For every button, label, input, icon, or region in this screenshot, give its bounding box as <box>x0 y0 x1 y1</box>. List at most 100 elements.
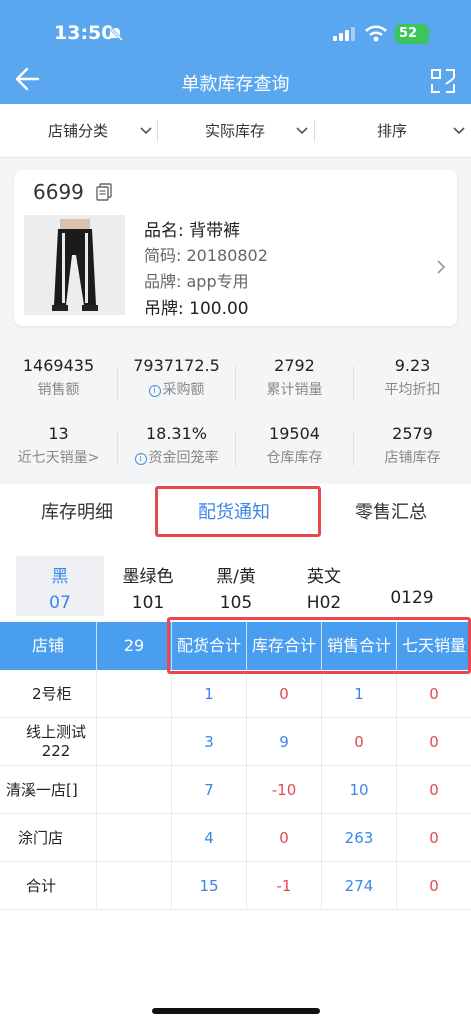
stat-sales-amount: 1469435 销售额 <box>0 356 117 399</box>
row-seven-day-sales: 0 <box>429 732 439 751</box>
row-distribution-total: 1 <box>204 684 214 703</box>
table-row[interactable]: 2号柜 1 0 1 0 <box>0 670 471 718</box>
stat-value: 2579 <box>392 424 433 443</box>
chevron-down-icon <box>140 127 152 135</box>
divider <box>96 862 97 909</box>
color-option[interactable]: 墨绿色 101 <box>104 556 192 616</box>
stat-store-stock: 2579 店铺库存 <box>354 424 471 467</box>
color-name: 黑/黄 <box>216 567 256 587</box>
table-row[interactable]: 涂门店 4 0 263 0 <box>0 814 471 862</box>
color-code: 0129 <box>390 588 434 608</box>
row-sales-total: 274 <box>344 876 374 895</box>
stat-total-sales-qty: 2792 累计销量 <box>236 356 353 399</box>
battery-indicator: 52 <box>395 24 429 44</box>
scan-icon[interactable] <box>430 68 456 94</box>
divider <box>96 670 97 717</box>
stat-label: 累计销量 <box>266 382 323 398</box>
chevron-down-icon <box>453 127 465 135</box>
table-row[interactable]: 清溪一店[] 7 -10 10 0 <box>0 766 471 814</box>
stat-fund-return-rate[interactable]: 18.31% i 资金回笼率 <box>118 424 235 467</box>
filter-label: 排序 <box>377 122 408 140</box>
stats-grid: 1469435 销售额 7937172.5 i 采购额 2792 累计销量 9.2… <box>0 340 471 484</box>
bell-muted-icon <box>108 26 124 42</box>
product-name: 品名: 背带裤 <box>144 221 241 241</box>
highlight-box <box>155 486 321 537</box>
row-sales-total: 1 <box>354 684 364 703</box>
stat-label: 销售额 <box>37 382 80 398</box>
row-stock-total: 9 <box>279 732 289 751</box>
row-seven-day-sales: 0 <box>429 780 439 799</box>
stat-label: 店铺库存 <box>384 450 441 466</box>
row-sales-total: 0 <box>354 732 364 751</box>
chevron-down-icon <box>296 127 308 135</box>
chevron-right-icon <box>437 260 446 274</box>
row-sales-total: 10 <box>349 780 369 799</box>
stat-avg-discount: 9.23 平均折扣 <box>354 356 471 399</box>
filter-label: 店铺分类 <box>48 122 109 140</box>
tab-retail-summary[interactable]: 零售汇总 <box>355 498 427 524</box>
filter-store-category[interactable]: 店铺分类 <box>48 104 108 158</box>
stat-value: 13 <box>48 424 69 443</box>
row-distribution-total: 3 <box>204 732 214 751</box>
app-header: 13:50 52 单款库存查询 <box>0 0 471 104</box>
stat-label: 仓库库存 <box>266 450 323 466</box>
row-store-name: 涂门店 <box>18 829 64 847</box>
stat-label: 平均折扣 <box>384 382 441 398</box>
color-name: 墨绿色 <box>122 567 174 587</box>
info-icon[interactable]: i <box>148 385 161 397</box>
stat-value: 18.31% <box>145 424 207 443</box>
row-seven-day-sales: 0 <box>429 876 439 895</box>
divider <box>235 366 236 400</box>
divider <box>96 718 97 765</box>
info-icon[interactable]: i <box>134 453 147 465</box>
divider <box>96 814 97 861</box>
divider <box>117 366 118 400</box>
product-card[interactable]: 6699 品名: 背带裤 简码: 20180802 品牌: app专用 吊牌: … <box>14 170 457 326</box>
wifi-icon <box>365 25 387 42</box>
color-option[interactable]: 黑/黄 105 <box>192 556 280 616</box>
row-stock-total: 0 <box>279 684 289 703</box>
color-option[interactable]: 英文 H02 <box>280 556 368 616</box>
divider <box>117 432 118 466</box>
filter-actual-stock[interactable]: 实际库存 <box>205 104 265 158</box>
row-seven-day-sales: 0 <box>429 684 439 703</box>
stat-value: 7937172.5 <box>133 356 220 375</box>
copy-icon[interactable] <box>96 183 112 201</box>
color-option[interactable]: 0129 <box>368 556 456 616</box>
divider <box>314 120 315 142</box>
stat-seven-day-sales[interactable]: 13 近七天销量> <box>0 424 117 467</box>
color-name <box>368 562 456 582</box>
row-store-name: 合计 <box>26 877 57 895</box>
tab-stock-detail[interactable]: 库存明细 <box>41 498 113 524</box>
row-sales-total: 263 <box>344 828 374 847</box>
stat-label: 近七天销量> <box>17 450 100 466</box>
header-store: 店铺 <box>31 636 64 655</box>
header-size: 29 <box>123 636 145 655</box>
product-code: 6699 <box>33 180 84 204</box>
divider <box>157 120 158 142</box>
color-code: H02 <box>306 593 342 613</box>
stat-purchase-amount[interactable]: 7937172.5 i 采购额 <box>118 356 235 399</box>
product-image <box>24 215 125 315</box>
row-distribution-total: 4 <box>204 828 214 847</box>
table-row[interactable]: 线上测试 222 3 9 0 0 <box>0 718 471 766</box>
color-code: 101 <box>131 593 165 613</box>
stat-label: 采购额 <box>162 382 205 398</box>
color-option-selected[interactable]: 黑 07 <box>16 556 104 616</box>
color-name: 英文 <box>307 567 341 587</box>
row-store-name: 清溪一店[] <box>6 781 78 799</box>
row-stock-total: -10 <box>271 780 297 799</box>
row-stock-total: 0 <box>279 828 289 847</box>
stat-label: 资金回笼率 <box>148 450 219 466</box>
home-indicator[interactable] <box>152 1008 320 1014</box>
color-selector: 黑 07 墨绿色 101 黑/黄 105 英文 H02 0129 <box>0 556 471 616</box>
row-store-name: 线上测试 222 <box>26 722 87 760</box>
row-store-name: 2号柜 <box>32 685 72 703</box>
stat-value: 1469435 <box>22 356 95 375</box>
highlight-box <box>167 617 471 674</box>
stat-warehouse-stock: 19504 仓库库存 <box>236 424 353 467</box>
color-code: 07 <box>49 593 71 613</box>
divider <box>96 766 97 813</box>
filter-sort[interactable]: 排序 <box>377 104 407 158</box>
stat-value: 2792 <box>274 356 315 375</box>
